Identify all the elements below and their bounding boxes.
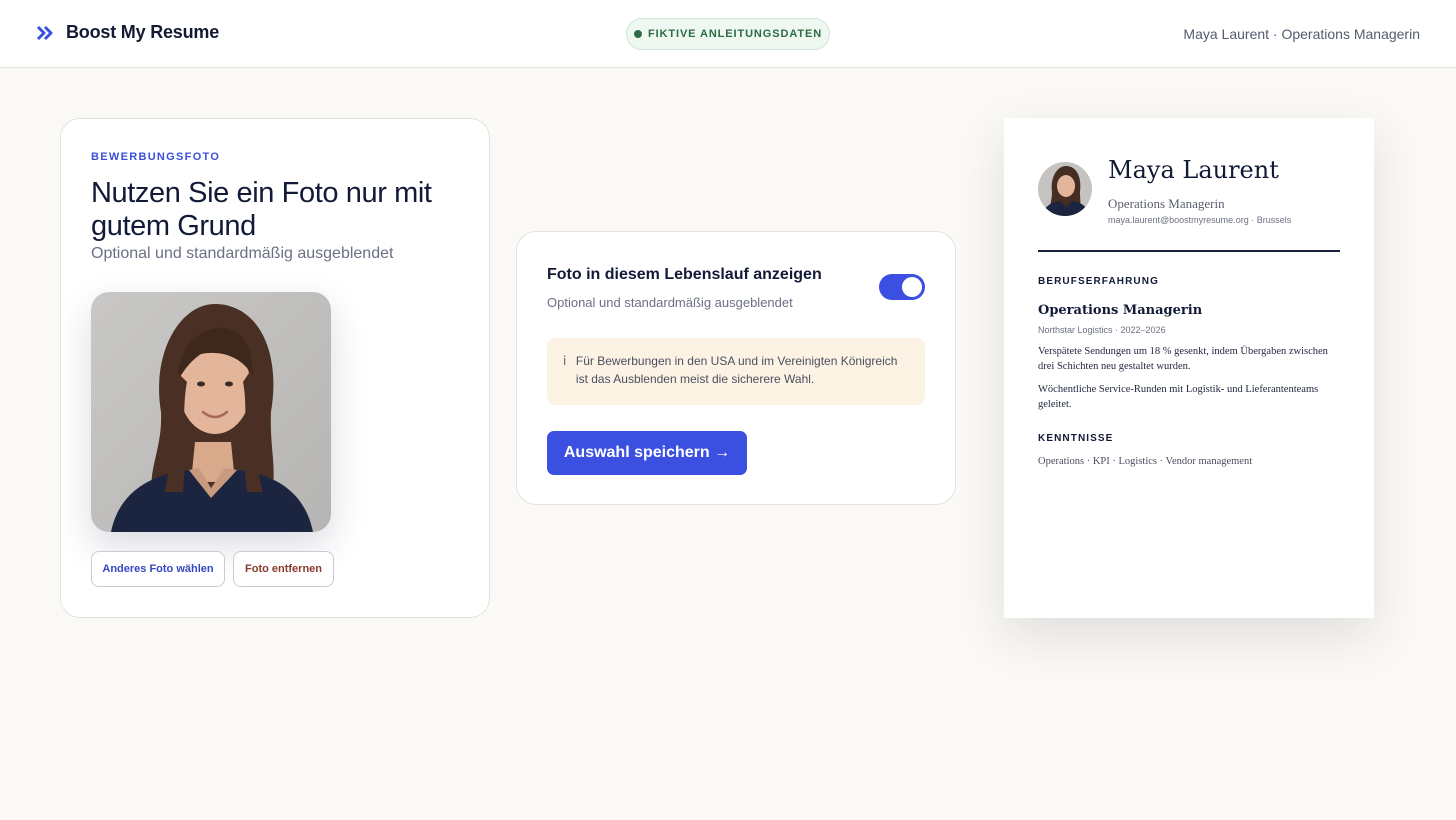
notice-text: Für Bewerbungen in den USA und im Verein…: [575, 354, 898, 386]
card-subtitle: Optional und standardmäßig ausgeblendet: [91, 245, 394, 262]
remove-photo-button[interactable]: Foto entfernen: [233, 551, 334, 587]
save-selection-button[interactable]: Auswahl speichern →: [547, 431, 747, 475]
user-info: Maya Laurent · Operations Managerin: [1183, 26, 1420, 42]
profile-photo: [91, 292, 331, 532]
portrait-illustration: [91, 292, 331, 532]
photo-card: BEWERBUNGSFOTO Nutzen Sie ein Foto nur m…: [60, 118, 490, 618]
page-title: Nutzen Sie ein Foto nur mit gutem Grund: [91, 177, 432, 242]
choose-photo-button[interactable]: Anderes Foto wählen: [91, 551, 225, 587]
resume-name: Maya Laurent: [1108, 156, 1279, 184]
toggle-subtitle: Optional und standardmäßig ausgeblendet: [547, 295, 793, 310]
job-company: Northstar Logistics · 2022–2026: [1038, 325, 1166, 335]
resume-role: Operations Managerin: [1108, 196, 1225, 211]
divider: [1038, 250, 1340, 252]
toggle-knob: [902, 277, 922, 297]
skills-list: Operations · KPI · Logistics · Vendor ma…: [1038, 456, 1253, 467]
job-title: Operations Managerin: [1038, 303, 1203, 318]
toggle-title: Foto in diesem Lebenslauf anzeigen: [547, 266, 822, 283]
brand[interactable]: Boost My Resume: [36, 22, 219, 43]
experience-heading: BERUFSERFAHRUNG: [1038, 276, 1159, 287]
photo-visibility-card: Foto in diesem Lebenslauf anzeigen Optio…: [516, 231, 956, 505]
job-bullet: Wöchentliche Service-Runden mit Logistik…: [1038, 384, 1319, 410]
job-bullet: Verspätete Sendungen um 18 % gesenkt, in…: [1038, 346, 1328, 372]
avatar-portrait: [1038, 162, 1092, 216]
info-icon: i: [563, 354, 567, 368]
resume-contact: maya.laurent@boostmyresume.org · Brussel…: [1108, 215, 1292, 225]
avatar: [1038, 162, 1092, 216]
brand-name: Boost My Resume: [66, 22, 220, 42]
info-notice: i Für Bewerbungen in den USA und im Vere…: [547, 338, 925, 405]
resume-preview: Maya Laurent Operations Managerin maya.l…: [1004, 118, 1374, 618]
skills-heading: KENNTNISSE: [1038, 433, 1114, 444]
badge-label: FIKTIVE ANLEITUNGSDATEN: [647, 28, 823, 40]
card-eyebrow: BEWERBUNGSFOTO: [91, 151, 221, 163]
double-chevron-logo-icon: [36, 25, 53, 40]
top-bar: Boost My Resume FIKTIVE ANLEITUNGSDATEN …: [0, 0, 1456, 68]
status-dot-icon: [633, 30, 642, 38]
demo-data-badge: FIKTIVE ANLEITUNGSDATEN: [626, 18, 830, 50]
show-photo-toggle[interactable]: [879, 274, 925, 300]
